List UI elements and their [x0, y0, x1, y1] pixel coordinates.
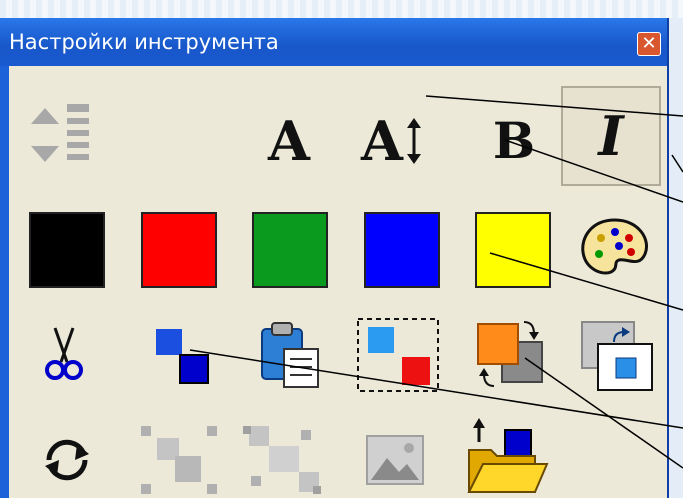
- picture-icon: [366, 435, 424, 485]
- refresh-button[interactable]: [29, 422, 105, 498]
- color-black-button[interactable]: [29, 212, 105, 288]
- italic-button[interactable]: I: [561, 86, 661, 186]
- open-folder-button[interactable]: [465, 416, 551, 498]
- flip-button[interactable]: [467, 316, 553, 396]
- tool-settings-window: Настройки инструмента ✕ A A B I: [0, 18, 669, 498]
- palette-icon: [581, 218, 648, 275]
- line-spacing-icon: [31, 104, 89, 162]
- close-button[interactable]: ✕: [637, 32, 661, 56]
- shrink-button[interactable]: [137, 422, 223, 498]
- copy-icon: [156, 329, 209, 384]
- copy-button[interactable]: [139, 316, 219, 392]
- open-folder-icon: [467, 418, 549, 493]
- rotate-button[interactable]: [575, 316, 661, 396]
- flip-icon: [477, 321, 543, 387]
- expand-icon: [243, 426, 321, 494]
- paste-button[interactable]: [249, 314, 329, 394]
- font-size-button[interactable]: A: [347, 106, 437, 176]
- font-icon: A: [268, 109, 310, 173]
- expand-button[interactable]: [239, 422, 325, 498]
- window-title: Настройки инструмента: [9, 30, 279, 54]
- color-green-button[interactable]: [252, 212, 328, 288]
- line-spacing-button[interactable]: [19, 96, 109, 176]
- desktop-background: [0, 0, 683, 18]
- tool-panel: A A B I: [9, 66, 667, 498]
- picture-button[interactable]: [357, 422, 433, 498]
- color-yellow-button[interactable]: [475, 212, 551, 288]
- rotate-icon: [581, 321, 653, 391]
- shrink-icon: [141, 426, 217, 494]
- select-icon: [357, 318, 439, 392]
- color-red-button[interactable]: [141, 212, 217, 288]
- bold-button[interactable]: B: [479, 106, 549, 176]
- scissors-icon: [45, 327, 83, 380]
- color-blue-button[interactable]: [364, 212, 440, 288]
- title-bar[interactable]: Настройки инструмента ✕: [0, 18, 667, 66]
- refresh-icon: [45, 439, 89, 481]
- font-button[interactable]: A: [254, 106, 324, 176]
- palette-button[interactable]: [575, 212, 655, 288]
- font-size-icon: A: [361, 109, 403, 173]
- paste-icon: [261, 322, 319, 388]
- cut-button[interactable]: [29, 316, 99, 392]
- italic-icon: I: [598, 104, 624, 168]
- select-button[interactable]: [355, 316, 441, 394]
- bold-icon: B: [492, 111, 536, 170]
- font-size-arrows-icon: [406, 118, 421, 164]
